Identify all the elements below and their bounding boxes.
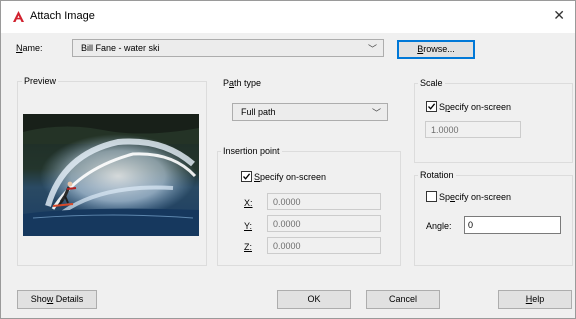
rotation-title: Rotation — [418, 170, 456, 180]
scale-specify-checkbox[interactable] — [426, 101, 437, 112]
checkmark-icon — [243, 173, 251, 180]
scale-title: Scale — [418, 78, 445, 88]
title-bar: Attach Image ✕ — [1, 1, 575, 33]
insertion-specify-label: Specify on-screen — [254, 172, 327, 182]
ok-button[interactable]: OK — [277, 290, 351, 309]
browse-button[interactable]: Browse... — [397, 40, 475, 59]
angle-input[interactable]: 0 — [464, 216, 561, 234]
show-details-button[interactable]: Show Details — [17, 290, 97, 309]
x-input[interactable]: 0.0000 — [267, 193, 381, 210]
angle-label: Angle: — [426, 221, 452, 231]
path-type-value: Full path — [241, 107, 276, 117]
name-dropdown[interactable]: Bill Fane - water ski ﹀ — [72, 39, 384, 57]
help-button[interactable]: Help — [498, 290, 572, 309]
checkmark-icon — [428, 103, 436, 110]
insertion-specify-checkbox[interactable] — [241, 171, 252, 182]
path-type-title: Path type — [223, 78, 262, 88]
close-icon[interactable]: ✕ — [553, 7, 565, 24]
insertion-point-title: Insertion point — [221, 146, 282, 156]
z-label: Z: — [244, 242, 252, 252]
water-ski-preview-image — [23, 114, 199, 236]
autocad-logo-icon — [13, 11, 24, 22]
chevron-down-icon: ﹀ — [367, 44, 377, 54]
attach-image-dialog: Attach Image ✕ Name: Bill Fane - water s… — [0, 0, 576, 319]
name-label: Name: — [16, 43, 43, 53]
x-label: X: — [244, 198, 253, 208]
cancel-button[interactable]: Cancel — [366, 290, 440, 309]
rotation-specify-checkbox[interactable] — [426, 191, 437, 202]
preview-title: Preview — [22, 76, 59, 86]
name-dropdown-value: Bill Fane - water ski — [81, 43, 160, 53]
z-input[interactable]: 0.0000 — [267, 237, 381, 254]
y-label: Y: — [244, 221, 253, 231]
chevron-down-icon: ﹀ — [371, 108, 381, 118]
dialog-title: Attach Image — [30, 10, 95, 22]
y-input[interactable]: 0.0000 — [267, 215, 381, 232]
scale-input[interactable]: 1.0000 — [425, 121, 521, 138]
path-type-dropdown[interactable]: Full path ﹀ — [232, 103, 388, 121]
rotation-specify-label: Specify on-screen — [439, 192, 512, 202]
scale-specify-label: Specify on-screen — [439, 102, 512, 112]
